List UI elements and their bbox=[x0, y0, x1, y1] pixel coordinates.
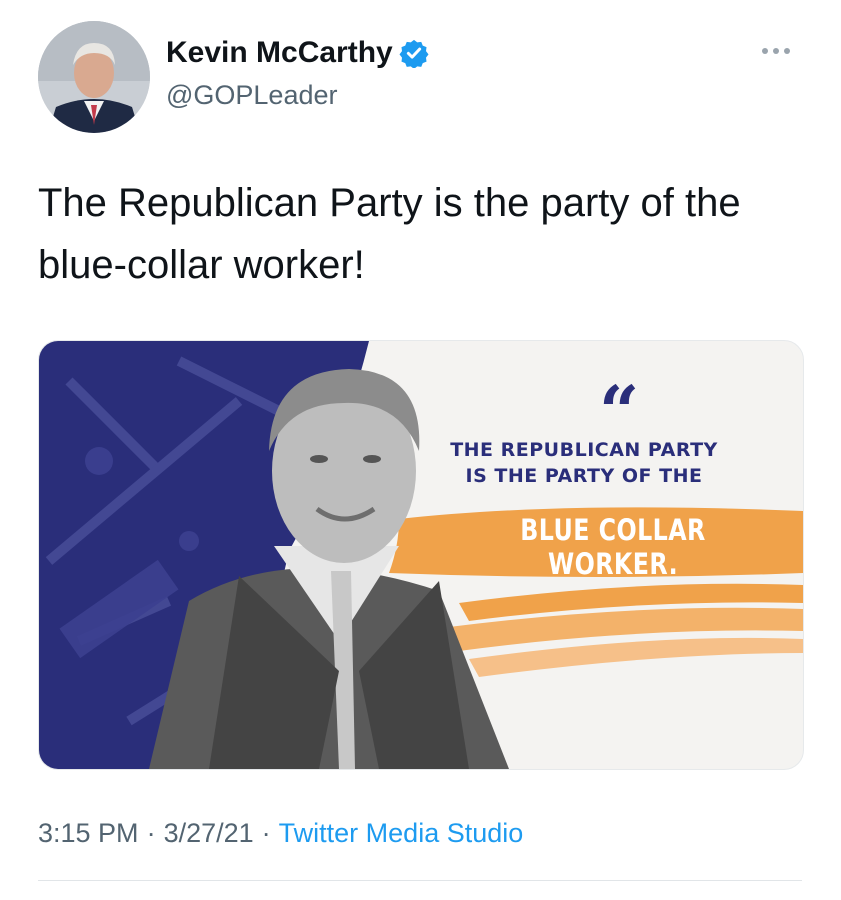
quote-mark: “ bbox=[599, 370, 640, 453]
media-quote-line-1: THE REPUBLICAN PARTY bbox=[450, 439, 718, 461]
tweet-date[interactable]: 3/27/21 bbox=[164, 818, 254, 849]
media-quote-highlight: BLUE COLLAR WORKER. bbox=[520, 513, 706, 581]
media-quote-line-2: IS THE PARTY OF THE bbox=[465, 465, 703, 487]
author-handle[interactable]: @GOPLeader bbox=[166, 80, 338, 111]
author-name[interactable]: Kevin McCarthy bbox=[166, 36, 393, 70]
tweet-text: The Republican Party is the party of the… bbox=[38, 181, 741, 287]
more-options-icon[interactable] bbox=[762, 40, 800, 62]
meta-separator: · bbox=[261, 818, 271, 848]
avatar-portrait bbox=[38, 21, 150, 133]
meta-separator: · bbox=[146, 818, 156, 848]
divider bbox=[38, 880, 802, 881]
tweet-metadata: 3:15 PM · 3/27/21 · Twitter Media Studio bbox=[38, 818, 523, 849]
avatar[interactable] bbox=[38, 21, 150, 133]
tweet-media-image[interactable]: “ THE REPUBLICAN PARTY IS THE PARTY OF T… bbox=[38, 340, 804, 770]
verified-badge-icon bbox=[399, 39, 429, 68]
tweet-source-link[interactable]: Twitter Media Studio bbox=[279, 818, 524, 849]
author-row: Kevin McCarthy bbox=[166, 36, 429, 70]
tweet-time[interactable]: 3:15 PM bbox=[38, 818, 139, 849]
